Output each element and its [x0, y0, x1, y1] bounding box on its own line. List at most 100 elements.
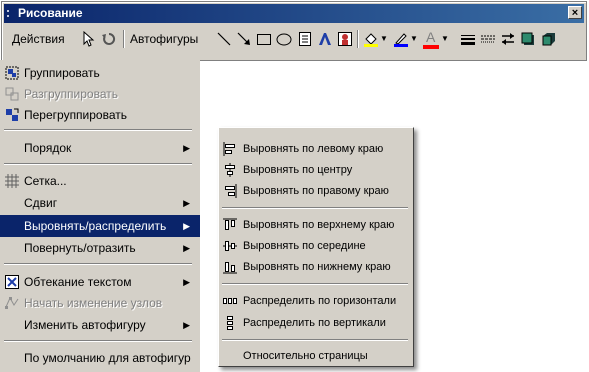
submenu-item-align-bottom[interactable]: Выровнять по нижнему краю — [219, 256, 413, 278]
actions-menu-button[interactable]: Действия ▼ — [12, 28, 65, 67]
rectangle-icon[interactable] — [256, 31, 272, 47]
menu-item-label: Перегруппировать — [24, 108, 128, 122]
menu-item-text-wrapping[interactable]: Обтекание текстом ▶ — [0, 271, 200, 293]
submenu-arrow-icon: ▶ — [183, 221, 190, 231]
submenu-item-label: Выровнять по верхнему краю — [243, 219, 395, 231]
menu-item-order[interactable]: Порядок ▶ — [0, 137, 200, 159]
autoshapes-label: Автофигуры — [130, 32, 199, 46]
menu-item-change-autoshape[interactable]: Изменить автофигуру ▶ — [0, 314, 200, 336]
menu-item-align-distribute[interactable]: Выровнять/распределить ▶ — [0, 215, 200, 237]
submenu-item-label: Выровнять по середине — [243, 240, 366, 252]
submenu-item-distribute-horizontally[interactable]: Распределить по горизонтали — [219, 290, 413, 312]
align-bottom-icon — [223, 262, 237, 274]
menu-item-set-default[interactable]: По умолчанию для автофигур — [0, 347, 200, 369]
toolbar-separator — [357, 30, 359, 48]
submenu-item-distribute-vertically[interactable]: Распределить по вертикали — [219, 312, 413, 334]
menu-item-group[interactable]: Группировать — [0, 62, 200, 84]
menu-separator — [4, 263, 192, 265]
menu-item-regroup[interactable]: Перегруппировать — [0, 104, 200, 126]
distribute-horizontal-icon — [223, 298, 237, 304]
menu-item-label: Разгруппировать — [24, 87, 119, 101]
submenu-arrow-icon: ▶ — [183, 243, 190, 253]
font-color-swatch-icon — [423, 45, 439, 49]
fill-color-dropdown[interactable]: ▼ — [380, 28, 388, 50]
menu-item-rotate-flip[interactable]: Повернуть/отразить ▶ — [0, 237, 200, 259]
fill-color-swatch — [364, 44, 378, 47]
arrow-icon[interactable] — [236, 31, 252, 47]
align-top-icon — [223, 218, 237, 230]
submenu-item-label: Распределить по горизонтали — [243, 295, 397, 307]
select-pointer-icon[interactable] — [80, 31, 96, 47]
line-color-dropdown[interactable]: ▼ — [410, 28, 418, 50]
align-distribute-submenu: Выровнять по левому краю Выровнять по це… — [218, 127, 414, 367]
align-right-icon — [225, 184, 237, 198]
submenu-arrow-icon: ▶ — [183, 320, 190, 330]
menu-item-label: Изменить автофигуру — [24, 318, 146, 332]
menu-separator — [4, 129, 192, 131]
menu-separator — [4, 340, 192, 342]
submenu-separator — [222, 283, 408, 285]
menu-item-label: Группировать — [24, 66, 100, 80]
line-style-icon[interactable] — [460, 31, 476, 47]
submenu-item-relative-to-page[interactable]: Относительно страницы — [219, 345, 413, 367]
submenu-separator — [222, 339, 408, 341]
autoshapes-menu-button[interactable]: Автофигуры ▼ — [130, 28, 199, 67]
toolbar-title: Рисование — [18, 6, 83, 20]
submenu-item-label: Выровнять по нижнему краю — [243, 261, 391, 273]
arrow-style-icon[interactable] — [500, 31, 516, 47]
menu-item-edit-points[interactable]: Начать изменение узлов — [0, 292, 200, 314]
submenu-arrow-icon: ▶ — [183, 198, 190, 208]
menu-item-label: Выровнять/распределить — [24, 219, 167, 233]
menu-item-label: Обтекание текстом — [24, 275, 132, 289]
group-icon — [5, 66, 19, 80]
ungroup-icon — [5, 87, 19, 101]
font-color-dropdown[interactable]: ▼ — [441, 28, 449, 50]
align-center-icon — [225, 163, 235, 177]
menu-item-label: Сетка... — [24, 174, 67, 188]
submenu-item-align-center[interactable]: Выровнять по центру — [219, 159, 413, 181]
text-box-icon[interactable] — [297, 31, 313, 47]
menu-item-label: По умолчанию для автофигур — [24, 351, 191, 365]
drag-grip-icon[interactable] — [7, 10, 15, 17]
menu-item-label: Порядок — [24, 141, 72, 155]
actions-menu: Группировать Разгруппировать Перегруппир… — [0, 60, 200, 372]
submenu-separator — [222, 207, 408, 209]
distribute-vertical-icon — [227, 316, 233, 330]
align-middle-icon — [223, 241, 237, 251]
dash-style-icon[interactable] — [480, 31, 496, 47]
line-icon[interactable] — [216, 31, 232, 47]
fill-color-icon[interactable] — [363, 31, 379, 47]
actions-label: Действия — [12, 32, 65, 46]
free-rotate-icon[interactable] — [101, 31, 117, 47]
toolbar-title-bar[interactable]: Рисование × — [4, 4, 584, 23]
regroup-icon — [6, 108, 19, 121]
submenu-arrow-icon: ▶ — [183, 277, 190, 287]
submenu-item-label: Выровнять по центру — [243, 164, 353, 176]
menu-separator — [4, 163, 192, 165]
menu-item-ungroup[interactable]: Разгруппировать — [0, 83, 200, 105]
submenu-item-align-top[interactable]: Выровнять по верхнему краю — [219, 214, 413, 236]
submenu-item-align-right[interactable]: Выровнять по правому краю — [219, 180, 413, 202]
menu-item-nudge[interactable]: Сдвиг ▶ — [0, 192, 200, 214]
menu-item-grid[interactable]: Сетка... — [0, 170, 200, 192]
submenu-arrow-icon: ▶ — [183, 143, 190, 153]
menu-item-label: Начать изменение узлов — [24, 296, 163, 310]
close-button[interactable]: × — [568, 6, 582, 19]
align-left-icon — [223, 142, 235, 156]
wordart-icon[interactable] — [317, 31, 333, 47]
submenu-item-label: Относительно страницы — [243, 350, 368, 362]
shadow-icon[interactable] — [520, 31, 536, 47]
3d-icon[interactable] — [541, 31, 557, 47]
submenu-item-align-middle[interactable]: Выровнять по середине — [219, 235, 413, 257]
line-color-icon[interactable] — [393, 31, 409, 47]
drawing-toolbar: Рисование × Действия ▼ Автофигуры ▼ — [1, 1, 587, 67]
submenu-item-label: Выровнять по левому краю — [243, 143, 384, 155]
toolbar-separator — [123, 30, 125, 48]
submenu-item-label: Распределить по вертикали — [243, 317, 386, 329]
edit-points-icon — [5, 296, 19, 309]
submenu-item-align-left[interactable]: Выровнять по левому краю — [219, 138, 413, 160]
menu-item-label: Повернуть/отразить — [24, 241, 136, 255]
oval-icon[interactable] — [276, 31, 292, 47]
submenu-item-label: Выровнять по правому краю — [243, 185, 389, 197]
clip-art-icon[interactable] — [337, 31, 353, 47]
